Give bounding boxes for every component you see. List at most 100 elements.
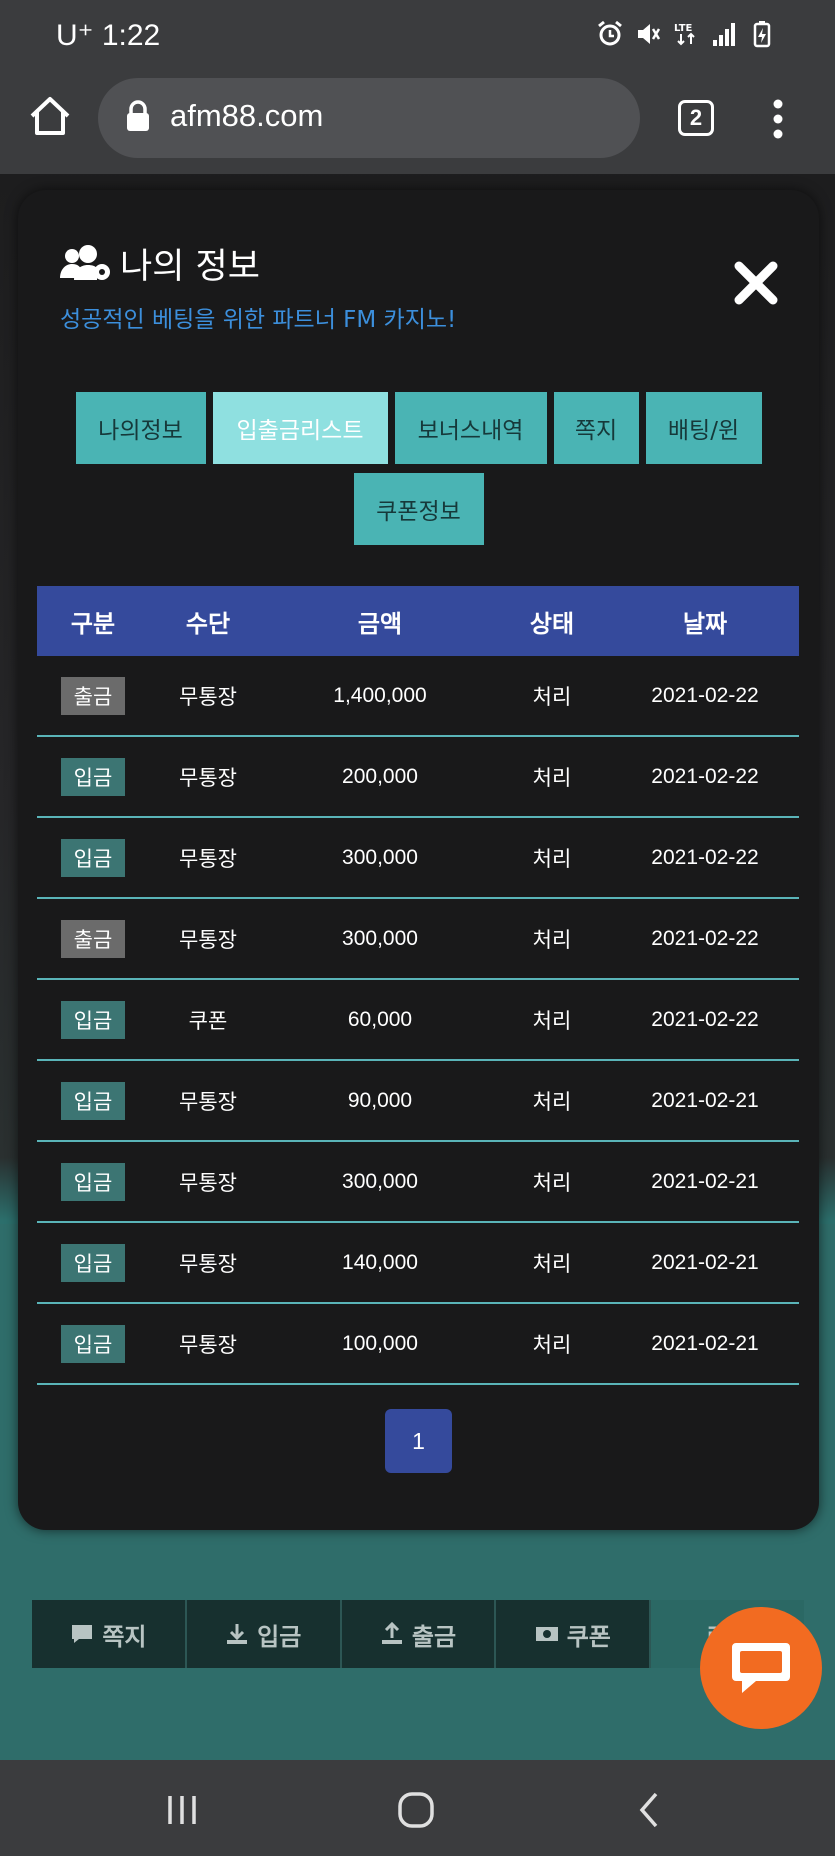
tab-messages[interactable]: 쪽지 [553, 392, 639, 464]
upload-icon [381, 1622, 402, 1644]
type-badge: 입금 [61, 838, 125, 877]
status-carrier-time: U⁺ 1:22 [56, 19, 161, 52]
home-nav-icon[interactable] [396, 1790, 436, 1830]
browser-toolbar: afm88.com 2 [0, 72, 835, 174]
bottom-menu-coupon[interactable]: 쿠폰 [496, 1600, 652, 1668]
type-badge: 입금 [61, 757, 125, 796]
my-info-modal: 나의 정보 성공적인 베팅을 위한 파트너 FM 카지노! 나의정보 입출금리스… [18, 190, 819, 1530]
cell-method: 무통장 [179, 1252, 237, 1276]
close-icon[interactable] [731, 258, 781, 308]
type-badge: 입금 [61, 1081, 125, 1120]
table-header: 구분 수단 금액 상태 날짜 [37, 586, 799, 656]
bottom-menu-withdraw[interactable]: 출금 [342, 1600, 497, 1668]
cell-method: 쿠폰 [188, 1009, 228, 1033]
cell-status: 처리 [532, 847, 572, 871]
download-icon [227, 1624, 248, 1644]
type-badge: 입금 [61, 1000, 125, 1039]
status-icons: LTE [597, 20, 775, 48]
cell-date: 2021-02-21 [651, 1250, 759, 1274]
bottom-menu-message[interactable]: 쪽지 [32, 1600, 187, 1668]
cell-method: 무통장 [179, 766, 237, 790]
modal-title: 나의 정보 [120, 247, 260, 287]
cell-amount: 140,000 [342, 1250, 418, 1274]
header-type: 구분 [70, 609, 116, 638]
table-row: 입금 무통장 300,000 처리 2021-02-21 [37, 1142, 799, 1223]
cell-date: 2021-02-22 [651, 764, 759, 788]
more-options-icon[interactable] [770, 98, 786, 140]
lte-icon: LTE [674, 23, 695, 46]
header-date: 날짜 [682, 609, 728, 638]
cell-date: 2021-02-21 [651, 1088, 759, 1112]
tab-betting-win[interactable]: 배팅/윈 [645, 392, 762, 464]
lock-icon [127, 100, 149, 131]
cell-method: 무통장 [179, 1171, 237, 1195]
home-icon[interactable] [28, 94, 72, 138]
cell-date: 2021-02-21 [651, 1331, 759, 1355]
cell-amount: 300,000 [342, 845, 418, 869]
cell-amount: 100,000 [342, 1331, 418, 1355]
coupon-icon [535, 1627, 558, 1641]
cell-status: 처리 [532, 766, 572, 790]
bottom-menu-label: 입금 [257, 1622, 302, 1651]
cell-amount: 300,000 [342, 1169, 418, 1193]
mute-icon [638, 24, 661, 44]
bottom-menu: 쪽지 입금 출금 쿠폰 로그 [32, 1600, 804, 1668]
status-bar: U⁺ 1:22 LTE [0, 0, 835, 72]
cell-status: 처리 [532, 1090, 572, 1114]
pagination-page-1[interactable]: 1 [385, 1409, 452, 1473]
cell-method: 무통장 [179, 1333, 237, 1357]
cell-method: 무통장 [179, 847, 237, 871]
type-badge: 입금 [61, 1162, 125, 1201]
modal-header: 나의 정보 [60, 238, 260, 289]
users-cog-icon [60, 244, 110, 280]
recent-apps-icon[interactable] [162, 1790, 202, 1830]
transaction-table: 구분 수단 금액 상태 날짜 출금 무통장 1,400,000 처리 2021-… [37, 586, 799, 1385]
signal-icon [713, 23, 735, 46]
type-badge: 입금 [61, 1243, 125, 1282]
header-status: 상태 [529, 609, 575, 638]
tab-deposit-withdraw-list[interactable]: 입출금리스트 [212, 392, 388, 464]
bottom-menu-label: 쿠폰 [566, 1622, 611, 1651]
header-amount: 금액 [357, 609, 403, 638]
cell-method: 무통장 [179, 1090, 237, 1114]
message-icon [72, 1625, 93, 1643]
battery-charging-icon [753, 21, 771, 48]
cell-date: 2021-02-22 [651, 926, 759, 950]
tab-switcher-button[interactable]: 2 [678, 100, 714, 136]
bottom-menu-label: 출금 [411, 1622, 457, 1651]
table-row: 입금 무통장 140,000 처리 2021-02-21 [37, 1223, 799, 1304]
tab-my-info[interactable]: 나의정보 [75, 392, 206, 464]
alarm-icon [598, 20, 622, 46]
table-row: 출금 무통장 300,000 처리 2021-02-22 [37, 899, 799, 980]
cell-amount: 200,000 [342, 764, 418, 788]
table-row: 입금 무통장 200,000 처리 2021-02-22 [37, 737, 799, 818]
type-badge: 출금 [61, 676, 125, 715]
address-bar[interactable]: afm88.com [98, 78, 640, 158]
chat-bubble-icon [732, 1643, 790, 1693]
cell-method: 무통장 [179, 685, 237, 709]
cell-status: 처리 [532, 928, 572, 952]
system-nav-bar [0, 1760, 835, 1856]
tab-coupon-info[interactable]: 쿠폰정보 [353, 473, 484, 545]
header-method: 수단 [185, 609, 231, 638]
type-badge: 출금 [61, 919, 125, 958]
cell-status: 처리 [532, 1333, 572, 1357]
url-text: afm88.com [170, 98, 324, 133]
cell-status: 처리 [532, 1252, 572, 1276]
live-chat-button[interactable] [700, 1607, 822, 1729]
cell-date: 2021-02-21 [651, 1169, 759, 1193]
cell-status: 처리 [532, 1171, 572, 1195]
bottom-menu-deposit[interactable]: 입금 [187, 1600, 342, 1668]
cell-date: 2021-02-22 [651, 845, 759, 869]
cell-amount: 300,000 [342, 926, 418, 950]
cell-amount: 60,000 [347, 1007, 413, 1031]
tab-bonus-history[interactable]: 보너스내역 [394, 392, 547, 464]
table-row: 입금 무통장 300,000 처리 2021-02-22 [37, 818, 799, 899]
type-badge: 입금 [61, 1324, 125, 1363]
table-row: 출금 무통장 1,400,000 처리 2021-02-22 [37, 656, 799, 737]
back-nav-icon[interactable] [630, 1790, 670, 1830]
modal-subtitle: 성공적인 베팅을 위한 파트너 FM 카지노! [60, 307, 457, 333]
cell-method: 무통장 [179, 928, 237, 952]
cell-date: 2021-02-22 [651, 683, 759, 707]
table-row: 입금 쿠폰 60,000 처리 2021-02-22 [37, 980, 799, 1061]
